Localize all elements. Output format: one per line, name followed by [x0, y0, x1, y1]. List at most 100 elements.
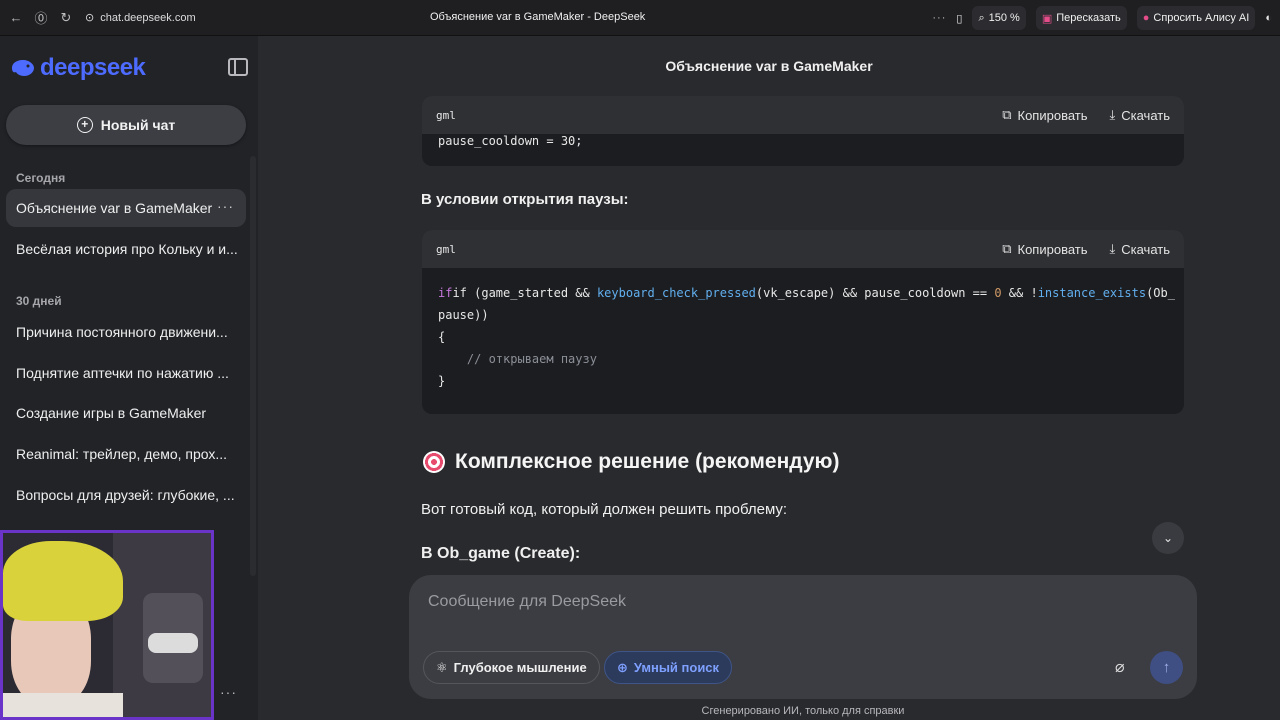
ask-alice-label: Спросить Алису AI [1153, 12, 1250, 24]
create-label: В Ob_game (Create): [421, 545, 581, 562]
alice-icon: ● [1142, 12, 1150, 24]
webcam-overlay [0, 530, 214, 720]
code-line: } [438, 374, 446, 388]
chat-item[interactable]: Reanimal: трейлер, демо, прох... [6, 435, 246, 473]
yandex-icon[interactable]: ⓪ [32, 9, 50, 27]
ask-alice-button[interactable]: ● Спросить Алису AI [1136, 6, 1256, 30]
copy-label: Копировать [1017, 107, 1088, 123]
code-function: instance_exists [1037, 286, 1147, 300]
more-options-icon[interactable]: ··· [217, 198, 234, 214]
send-button[interactable]: ↑ [1150, 651, 1183, 684]
code-block: gml ⧉ Копировать ⤓ Скачать ifif (game_star… [422, 230, 1184, 414]
chat-item[interactable]: Объяснение var в GameMaker ··· [6, 189, 246, 227]
message-composer: Сообщение для DeepSeek ⚛ Глубокое мышлен… [409, 575, 1197, 699]
code-line: pause)) [438, 308, 489, 322]
webcam-toy-car [148, 633, 198, 653]
chat-item[interactable]: Поднятие аптечки по нажатию ... [6, 354, 246, 392]
code-token: (vk_escape) && pause_cooldown == [755, 286, 995, 300]
chat-title: Объяснение var в GameMaker [665, 58, 873, 74]
chat-item-label: Объяснение var в GameMaker [16, 200, 212, 216]
bookmark-icon[interactable]: ▯ [956, 12, 962, 25]
attach-icon[interactable]: ⌀ [1115, 657, 1125, 677]
download-label: Скачать [1121, 241, 1170, 257]
back-icon[interactable]: ← [7, 9, 25, 27]
chat-item-label: Весёлая история про Кольку и и... [16, 241, 238, 257]
plus-icon: + [76, 117, 93, 133]
copy-label: Копировать [1017, 241, 1088, 257]
copy-icon: ⧉ [1002, 107, 1012, 122]
code-comment: // открываем паузу [438, 352, 597, 366]
code-line: pause_cooldown = 30; [438, 134, 583, 148]
code-token: (Ob_ [1146, 286, 1175, 300]
new-chat-button[interactable]: + Новый чат [6, 105, 246, 145]
retell-icon: ▣ [1041, 12, 1053, 25]
code-content: pause_cooldown = 30; [422, 134, 1184, 156]
code-token: && ! [1001, 286, 1038, 300]
retell-button[interactable]: ▣ Пересказать [1035, 6, 1127, 30]
chat-item-label: Reanimal: трейлер, демо, прох... [16, 446, 228, 462]
copy-icon: ⧉ [1002, 241, 1012, 256]
chat-item-label: Вопросы для друзей: глубокие, ... [16, 487, 235, 503]
browser-toolbar: ← ⓪ ↻ ⊙ chat.deepseek.com Объяснение var… [0, 0, 1280, 36]
code-function: keyboard_check_pressed [596, 286, 756, 300]
deep-thinking-toggle[interactable]: ⚛ Глубокое мышление [423, 651, 600, 684]
copy-button[interactable]: ⧉ Копировать [1002, 241, 1087, 257]
download-icon: ⤓ [1109, 107, 1116, 122]
section-today: Сегодня [16, 171, 66, 185]
deepseek-logo[interactable]: deepseek [10, 54, 146, 82]
chevron-down-icon: ⌄ [1162, 531, 1174, 545]
code-number: 0 [994, 286, 1002, 300]
chat-main: Объяснение var в GameMaker gml ⧉ Копирова… [258, 36, 1280, 720]
code-block: gml ⧉ Копировать ⤓ Скачать pause_cooldown … [422, 96, 1184, 166]
section-30days: 30 дней [16, 294, 62, 308]
target-icon [423, 451, 445, 473]
logo-text: deepseek [40, 54, 146, 81]
smart-search-label: Умный поиск [633, 660, 720, 675]
download-icon: ⤓ [1109, 241, 1116, 256]
whale-icon [12, 60, 34, 76]
profile-icon[interactable]: ◐ [1265, 12, 1272, 24]
chat-item[interactable]: Весёлая история про Кольку и и... [6, 230, 246, 268]
code-language: gml [436, 242, 456, 256]
zoom-level: 150 % [988, 12, 1020, 24]
chat-item-label: Создание игры в GameMaker [16, 405, 207, 421]
url-text: chat.deepseek.com [100, 11, 196, 24]
arrow-up-icon: ↑ [1162, 659, 1171, 676]
zoom-button[interactable]: ⌕ 150 % [972, 6, 1026, 30]
retell-label: Пересказать [1056, 12, 1121, 24]
copy-button[interactable]: ⧉ Копировать [1002, 107, 1087, 123]
pause-condition-label: В условии открытия паузы: [421, 191, 629, 208]
webcam-shirt [3, 693, 123, 717]
more-icon[interactable]: ··· [932, 12, 946, 24]
zoom-icon: ⌕ [978, 11, 985, 24]
code-language: gml [436, 108, 456, 122]
download-label: Скачать [1121, 107, 1170, 123]
tab-title: Объяснение var в GameMaker - DeepSeek [430, 11, 646, 23]
ai-disclaimer: Сгенерировано ИИ, только для справки [701, 705, 905, 717]
sidebar-scrollbar[interactable] [250, 156, 256, 576]
code-line: { [438, 330, 446, 344]
chat-item[interactable]: Создание игры в GameMaker [6, 394, 246, 432]
code-content: ifif (game_started && keyboard_check_pre… [422, 268, 1184, 400]
site-info-icon[interactable]: ⊙ [85, 11, 94, 24]
deep-thinking-label: Глубокое мышление [453, 660, 587, 675]
atom-icon: ⚛ [436, 659, 448, 675]
message-input[interactable]: Сообщение для DeepSeek [428, 593, 626, 611]
reload-icon[interactable]: ↻ [57, 9, 75, 27]
section-heading: Комплексное решение (рекомендую) [423, 450, 839, 474]
webcam-wig [3, 541, 123, 621]
chat-item[interactable]: Вопросы для друзей: глубокие, ... [6, 476, 246, 514]
download-button[interactable]: ⤓ Скачать [1110, 107, 1171, 123]
smart-search-toggle[interactable]: ⊕ Умный поиск [604, 651, 733, 684]
chat-item-label: Причина постоянного движени... [16, 324, 228, 340]
profile-more-icon[interactable]: ··· [220, 684, 237, 700]
code-header: gml ⧉ Копировать ⤓ Скачать [422, 230, 1184, 268]
chat-item-label: Поднятие аптечки по нажатию ... [16, 365, 229, 381]
globe-icon: ⊕ [617, 659, 628, 675]
chat-item[interactable]: Причина постоянного движени... [6, 313, 246, 351]
address-bar[interactable]: ⊙ chat.deepseek.com [85, 11, 196, 25]
scroll-down-button[interactable]: ⌄ [1152, 522, 1184, 554]
intro-text: Вот готовый код, который должен решить п… [421, 501, 788, 518]
collapse-sidebar-icon[interactable] [228, 58, 248, 76]
download-button[interactable]: ⤓ Скачать [1110, 241, 1171, 257]
